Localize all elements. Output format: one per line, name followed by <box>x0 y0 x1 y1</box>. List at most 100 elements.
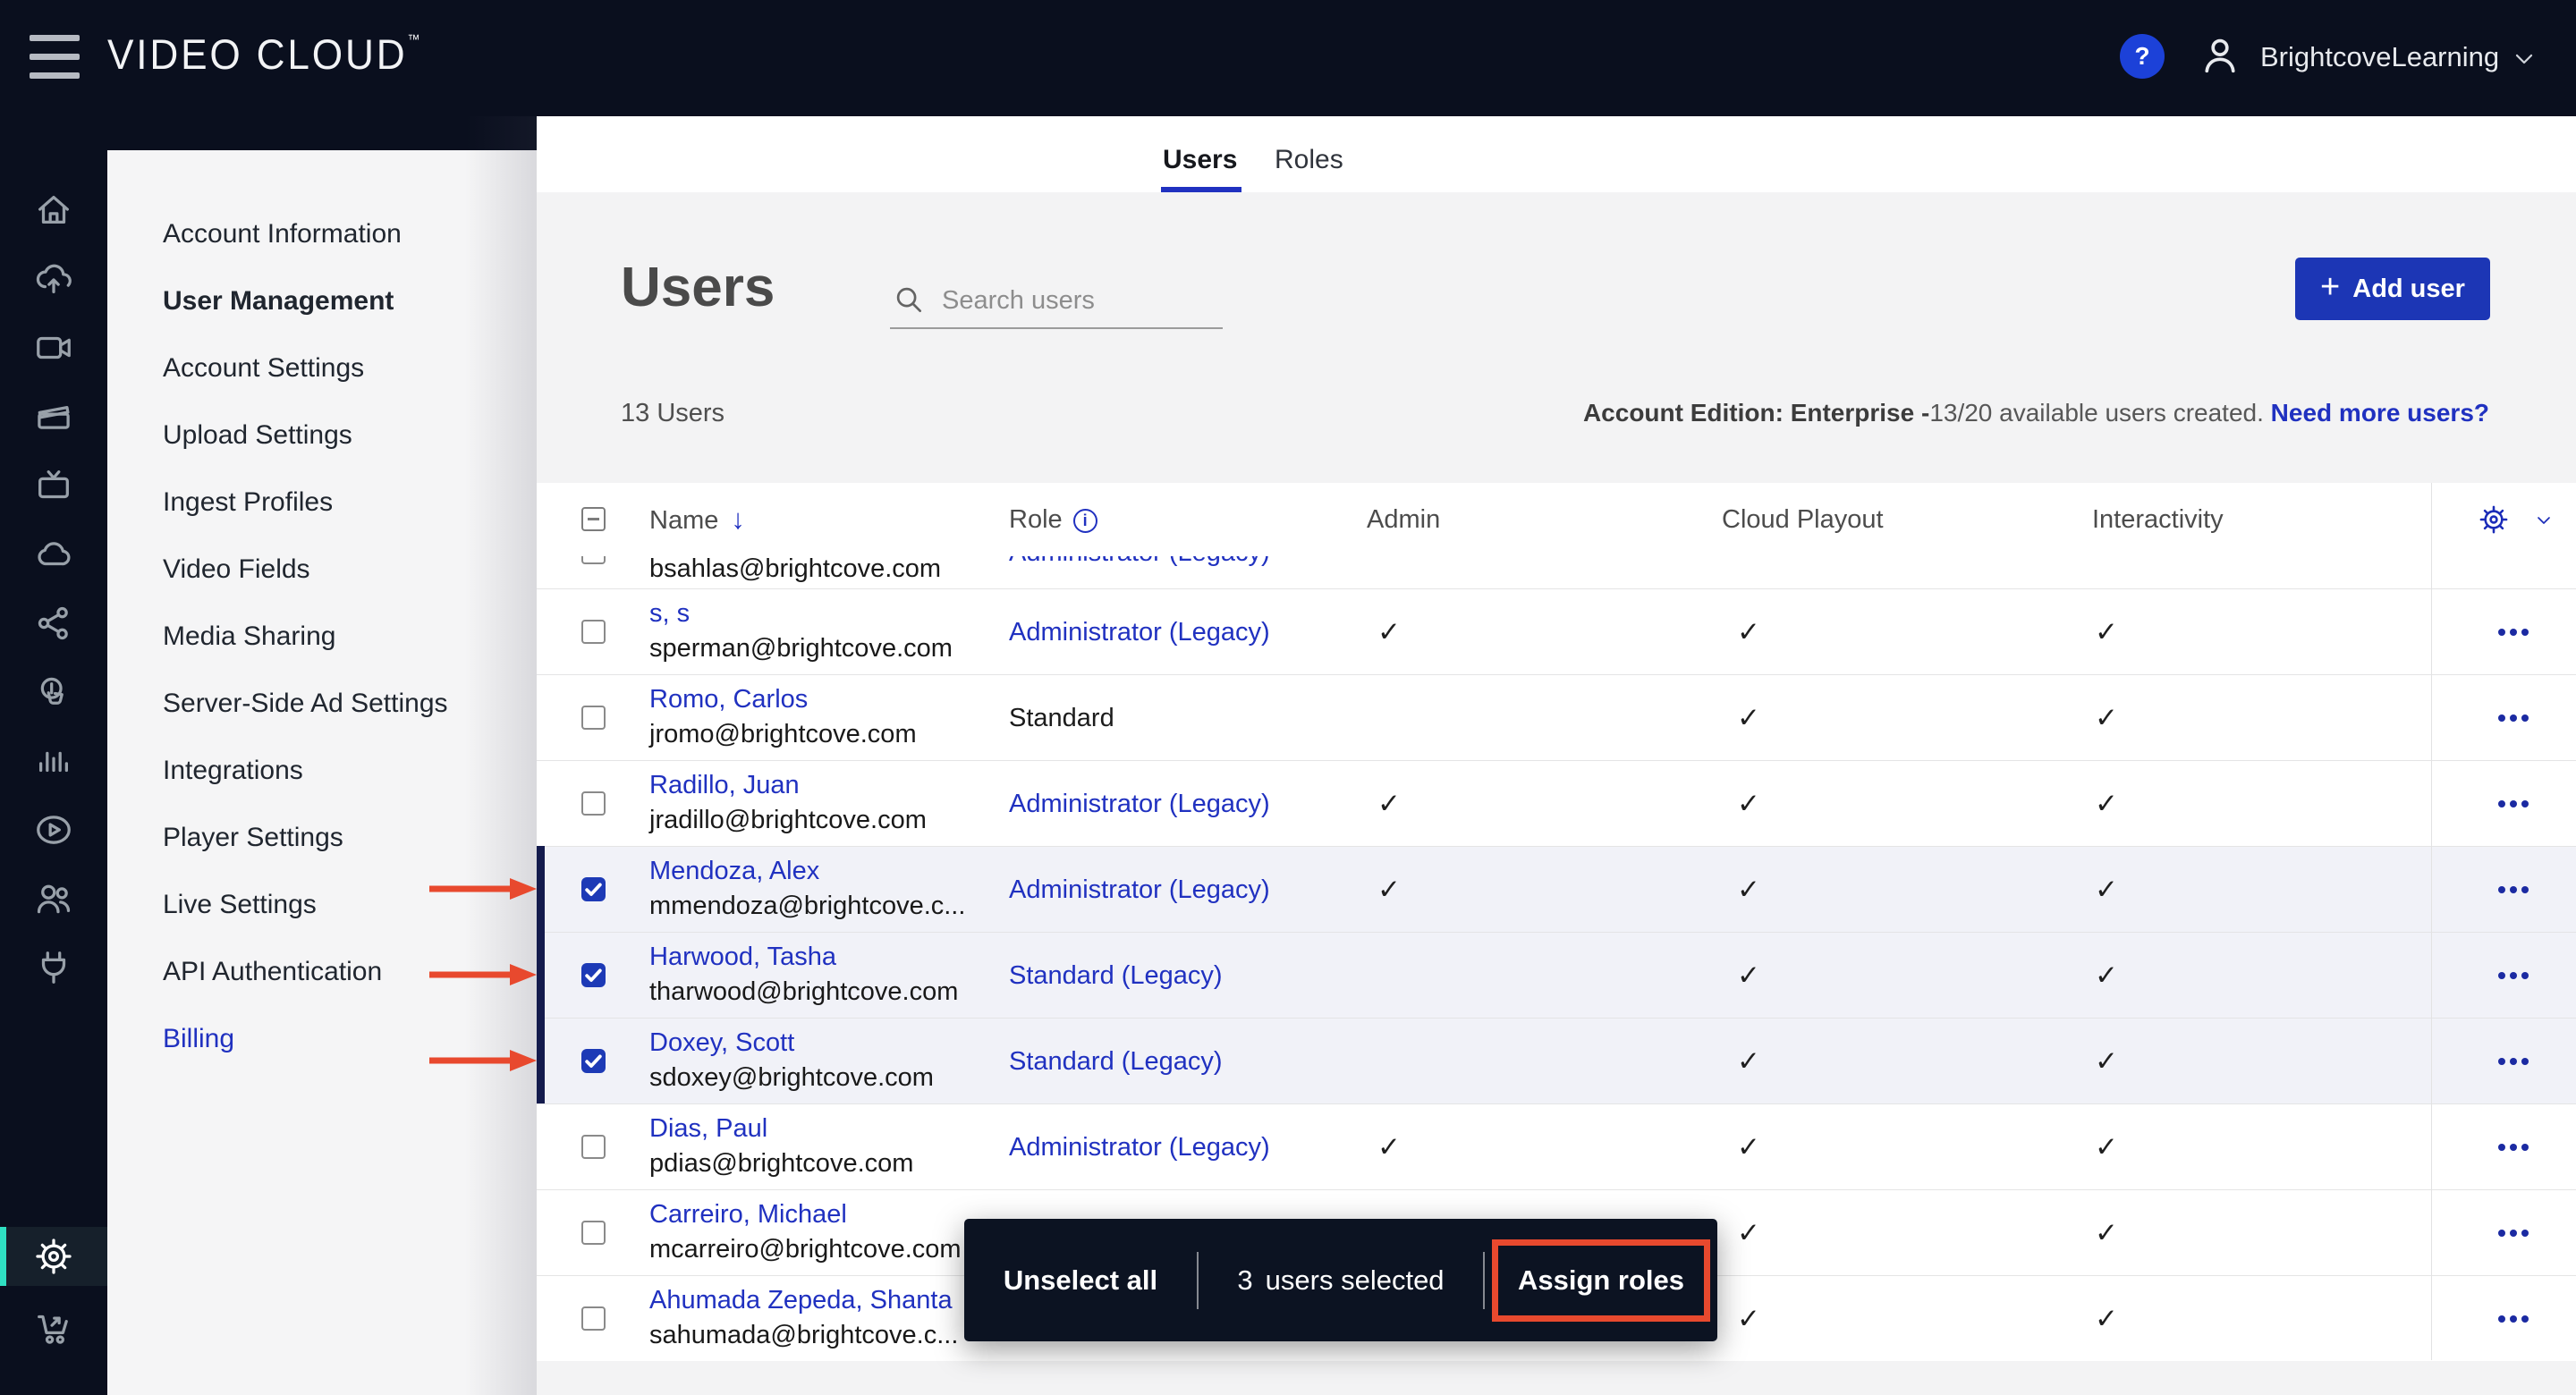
row-actions-button[interactable] <box>2492 1019 2535 1104</box>
rail-media-icon[interactable] <box>0 382 107 451</box>
user-role-link[interactable]: Standard (Legacy) <box>1009 933 1223 1019</box>
hamburger-menu-icon[interactable] <box>30 35 80 80</box>
row-checkbox[interactable] <box>581 877 606 901</box>
row-checkbox[interactable] <box>581 1049 606 1073</box>
admin-checkmark: ✓ <box>1374 589 1404 675</box>
row-checkbox[interactable] <box>581 706 606 730</box>
row-checkbox[interactable] <box>581 963 606 987</box>
table-row-partial[interactable]: bsahlas@brightcove.com Administrator (Le… <box>537 556 2576 588</box>
settings-sidebar: Account InformationUser ManagementAccoun… <box>107 116 537 1395</box>
search-input[interactable] <box>942 281 1210 320</box>
rail-upload-icon[interactable] <box>0 244 107 313</box>
user-name-link[interactable]: Radillo, Juan <box>649 771 800 800</box>
user-email: mcarreiro@brightcove.com <box>649 1235 962 1264</box>
table-row[interactable]: Dias, Paulpdias@brightcove.comAdministra… <box>537 1103 2576 1189</box>
sidebar-item-account-settings[interactable]: Account Settings <box>107 334 537 402</box>
tab-users[interactable]: Users <box>1163 145 1237 175</box>
user-email: sdoxey@brightcove.com <box>649 1063 934 1093</box>
sidebar-top-block <box>107 116 537 150</box>
rail-cloud-icon[interactable] <box>0 520 107 588</box>
table-row[interactable]: Mendoza, Alexmmendoza@brightcove.c...Adm… <box>537 846 2576 932</box>
user-name-link[interactable]: Mendoza, Alex <box>649 857 819 886</box>
user-name-link[interactable]: Harwood, Tasha <box>649 943 836 972</box>
table-row[interactable]: Radillo, Juanjradillo@brightcove.comAdmi… <box>537 760 2576 846</box>
row-checkbox[interactable] <box>581 1221 606 1245</box>
add-user-button[interactable]: + Add user <box>2295 258 2490 320</box>
row-actions-button[interactable] <box>2492 761 2535 847</box>
column-header-name[interactable]: Name↓ <box>649 483 745 557</box>
user-role-link[interactable]: Standard (Legacy) <box>1009 1019 1223 1104</box>
sidebar-item-integrations[interactable]: Integrations <box>107 737 537 804</box>
column-settings-gear-icon[interactable] <box>2478 503 2510 536</box>
help-button[interactable]: ? <box>2120 34 2165 79</box>
sidebar-item-video-fields[interactable]: Video Fields <box>107 536 537 603</box>
row-actions-button[interactable] <box>2492 1276 2535 1362</box>
rail-interactivity-icon[interactable] <box>0 657 107 726</box>
interactivity-checkmark: ✓ <box>2091 1019 2122 1104</box>
row-actions-button[interactable] <box>2492 933 2535 1019</box>
table-row[interactable]: Harwood, Tashatharwood@brightcove.comSta… <box>537 932 2576 1018</box>
user-email: sahumada@brightcove.c... <box>649 1321 958 1350</box>
row-actions-button[interactable] <box>2492 589 2535 675</box>
row-checkbox[interactable] <box>581 1306 606 1331</box>
chevron-down-icon[interactable] <box>2510 45 2538 73</box>
rail-settings-icon[interactable] <box>0 1227 107 1286</box>
user-role-link[interactable]: Administrator (Legacy) <box>1009 1104 1270 1190</box>
sidebar-item-user-management[interactable]: User Management <box>107 267 537 334</box>
rail-camera-icon[interactable] <box>0 313 107 382</box>
row-checkbox[interactable] <box>581 620 606 644</box>
user-role-link[interactable]: Administrator (Legacy) <box>1009 589 1270 675</box>
row-checkbox[interactable] <box>581 1135 606 1159</box>
user-name-link[interactable]: Doxey, Scott <box>649 1028 794 1058</box>
sidebar-item-server-side-ad-settings[interactable]: Server-Side Ad Settings <box>107 670 537 737</box>
sidebar-item-ingest-profiles[interactable]: Ingest Profiles <box>107 469 537 536</box>
row-actions-button[interactable] <box>2492 1104 2535 1190</box>
rail-tv-icon[interactable] <box>0 451 107 520</box>
select-all-checkbox[interactable] <box>581 507 606 531</box>
tab-roles[interactable]: Roles <box>1275 145 1343 175</box>
annotation-arrow <box>428 963 537 986</box>
user-name-link[interactable]: s, s <box>649 599 690 629</box>
row-checkbox[interactable] <box>581 791 606 816</box>
row-actions-button[interactable] <box>2492 675 2535 761</box>
admin-checkmark: ✓ <box>1374 761 1404 847</box>
user-name-link[interactable]: Dias, Paul <box>649 1114 767 1144</box>
sidebar-item-media-sharing[interactable]: Media Sharing <box>107 603 537 670</box>
user-avatar-icon <box>2197 32 2243 79</box>
table-row[interactable]: s, ssperman@brightcove.comAdministrator … <box>537 588 2576 674</box>
user-role-link[interactable]: Administrator (Legacy) <box>1009 556 1270 588</box>
user-name-link[interactable]: Romo, Carlos <box>649 685 808 714</box>
row-actions-button[interactable] <box>2492 847 2535 933</box>
rail-analytics-icon[interactable] <box>0 726 107 795</box>
sidebar-item-upload-settings[interactable]: Upload Settings <box>107 402 537 469</box>
user-name-link[interactable]: Ahumada Zepeda, Shanta <box>649 1286 953 1315</box>
need-more-users-link[interactable]: Need more users? <box>2271 399 2489 427</box>
rail-share-icon[interactable] <box>0 588 107 657</box>
column-settings-chevron-icon[interactable] <box>2533 510 2555 531</box>
rail-home-icon[interactable] <box>0 175 107 244</box>
account-name[interactable]: BrightcoveLearning <box>2260 41 2499 73</box>
row-actions-button[interactable] <box>2492 1190 2535 1276</box>
sort-descending-icon[interactable]: ↓ <box>731 503 745 535</box>
info-icon[interactable]: i <box>1073 509 1097 533</box>
rail-player-icon[interactable] <box>0 795 107 864</box>
sidebar-item-player-settings[interactable]: Player Settings <box>107 804 537 871</box>
row-checkbox[interactable] <box>581 556 606 564</box>
table-row[interactable]: Doxey, Scott sdoxey@brightcove.com Standar… <box>537 1018 2576 1103</box>
user-role-link[interactable]: Administrator (Legacy) <box>1009 761 1270 847</box>
assign-roles-button[interactable]: Assign roles <box>1492 1239 1710 1322</box>
unselect-all-button[interactable]: Unselect all <box>964 1264 1197 1297</box>
sidebar-item-account-information[interactable]: Account Information <box>107 200 537 267</box>
assign-roles-annotation-box: Assign roles <box>1485 1239 1717 1322</box>
column-header-role: Rolei <box>1009 483 1097 556</box>
selection-action-bar: Unselect all 3users selected Assign role… <box>964 1219 1717 1341</box>
user-name-link[interactable]: Carreiro, Michael <box>649 1200 847 1230</box>
cloud-playout-checkmark: ✓ <box>1733 1190 1764 1276</box>
rail-users-icon[interactable] <box>0 864 107 933</box>
video-cloud-logo: VIDEO CLOUD™ <box>107 30 420 79</box>
user-role-link[interactable]: Administrator (Legacy) <box>1009 847 1270 933</box>
interactivity-checkmark: ✓ <box>2091 1190 2122 1276</box>
table-row[interactable]: Romo, Carlosjromo@brightcove.comStandard… <box>537 674 2576 760</box>
rail-plug-icon[interactable] <box>0 933 107 1002</box>
rail-marketplace-icon[interactable] <box>0 1293 107 1362</box>
